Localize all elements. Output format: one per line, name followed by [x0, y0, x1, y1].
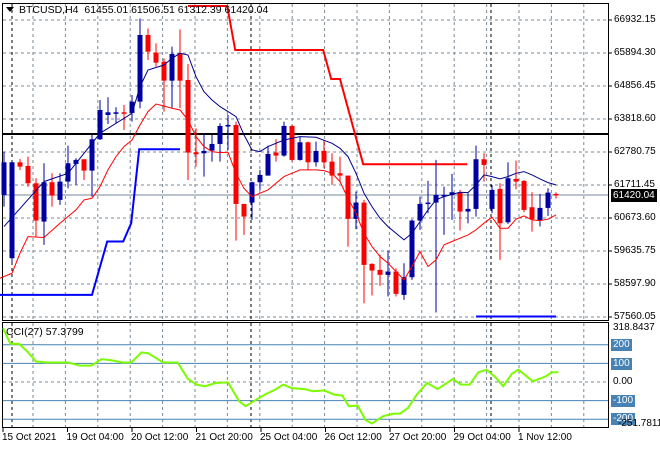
time-tick-label: 27 Oct 20:00 [389, 432, 447, 443]
price-tick-label: 57560.05 [614, 311, 656, 322]
cci-title: CCI(27) 57.3799 [6, 326, 84, 338]
candle-bearish [377, 269, 383, 275]
candle-bullish [65, 163, 71, 182]
low-value: 61312.39 [177, 4, 222, 16]
candle-bullish [41, 182, 47, 222]
cci-value: 57.3799 [45, 326, 84, 338]
price-tick-label: 59635.75 [614, 245, 656, 256]
candle-bearish [553, 193, 559, 196]
candle-bullish [473, 159, 479, 209]
candle-bearish [17, 162, 23, 167]
candle-bullish [489, 189, 495, 209]
candle-bearish [233, 124, 239, 204]
candle-bearish [289, 125, 295, 160]
candle-bullish [209, 143, 215, 151]
symbol-label: BTCUSD,H4 [19, 4, 79, 16]
chart-canvas [0, 3, 612, 432]
time-tick-label: 19 Oct 04:00 [66, 432, 124, 443]
candle-bearish [457, 192, 463, 212]
candle-bullish [57, 181, 63, 200]
price-tick-label: 58597.90 [614, 278, 656, 289]
moving-average-lower [0, 103, 557, 281]
candle-bullish [217, 125, 223, 144]
cci-axis-min: -251.7811 [618, 418, 660, 429]
price-tick-label: 62780.75 [614, 146, 656, 157]
candle-bearish [529, 207, 535, 220]
candle-bearish [305, 142, 311, 163]
cci-panel-frame [2, 322, 609, 428]
candle-bullish [465, 208, 471, 212]
candle-bullish [545, 192, 551, 208]
candle-bullish [1, 162, 7, 195]
candle-bullish [385, 271, 391, 275]
price-tick-label: 66932.15 [614, 14, 656, 25]
candle-bearish [481, 159, 487, 165]
cci-line [2, 327, 559, 425]
candle-bullish [313, 150, 319, 163]
time-tick-label: 15 Oct 2021 [2, 432, 57, 443]
candle-bullish [505, 178, 511, 223]
cci-level-100: 100 [611, 358, 632, 370]
candle-bearish [273, 152, 279, 156]
time-tick-label: 20 Oct 12:00 [131, 432, 189, 443]
candle-bullish [105, 112, 111, 115]
candle-bearish [81, 159, 87, 171]
candle-bearish [49, 182, 55, 196]
candle-bearish [369, 263, 375, 271]
current-price-label: 61420.04 [611, 189, 657, 202]
time-tick-label: 21 Oct 20:00 [195, 432, 253, 443]
price-tick-label: 64856.45 [614, 80, 656, 91]
candle-bearish [513, 178, 519, 182]
moving-average-upper [3, 52, 557, 241]
candle-bullish [425, 202, 431, 205]
candle-bullish [225, 124, 231, 127]
candle-bullish [113, 112, 119, 114]
candle-bearish [241, 203, 247, 217]
candle-bearish [337, 173, 343, 176]
cci-axis-max: 318.8437 [613, 322, 655, 333]
price-tick-label: 65894.30 [614, 47, 656, 58]
candle-bullish [9, 162, 15, 259]
resistance-line [188, 5, 468, 166]
time-tick-label: 1 Nov 12:00 [518, 432, 572, 443]
candle-bearish [393, 271, 399, 294]
close-value: 61420.04 [224, 4, 269, 16]
cci-level-minus-100: -100 [611, 395, 636, 407]
candle-bullish [297, 142, 303, 160]
open-value: 61455.01 [84, 4, 129, 16]
time-tick-label: 26 Oct 12:00 [324, 432, 382, 443]
time-tick-label: 25 Oct 04:00 [260, 432, 318, 443]
price-tick-label: 60673.60 [614, 212, 656, 223]
candle-bearish [121, 112, 127, 114]
candle-bullish [417, 203, 423, 221]
candle-bullish [249, 182, 255, 203]
candle-bullish [257, 174, 263, 183]
time-tick-label: 29 Oct 04:00 [453, 432, 511, 443]
candle-bearish [145, 34, 151, 52]
candle-bearish [25, 165, 31, 184]
cci-level-200: 200 [611, 339, 632, 351]
candle-bearish [193, 152, 199, 155]
cci-name: CCI(27) [6, 326, 43, 338]
candle-bullish [201, 150, 207, 154]
dropdown-triangle-icon[interactable] [6, 7, 14, 12]
candle-bullish [537, 207, 543, 221]
chart-title: BTCUSD,H4 61455.01 61506.51 61312.39 614… [6, 4, 268, 16]
candle-bearish [521, 180, 527, 210]
candle-bearish [185, 79, 191, 153]
candle-bearish [177, 53, 183, 81]
cci-axis-zero: 0.00 [613, 376, 633, 387]
price-tick-label: 63818.60 [614, 113, 656, 124]
candle-bearish [153, 52, 159, 63]
candle-bearish [497, 188, 503, 224]
high-value: 61506.51 [131, 4, 175, 16]
candle-bearish [321, 150, 327, 163]
candle-bullish [265, 153, 271, 176]
